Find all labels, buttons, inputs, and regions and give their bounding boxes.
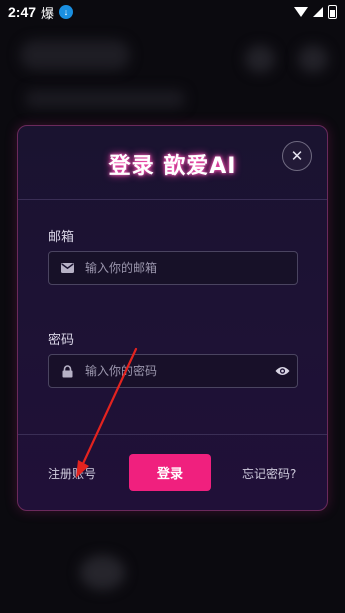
background-blur-block bbox=[298, 45, 328, 73]
email-label: 邮箱 bbox=[48, 230, 75, 245]
background-blur-block bbox=[20, 40, 130, 70]
status-glyph: 爆 bbox=[41, 5, 55, 21]
signal-icon bbox=[313, 7, 323, 17]
close-button[interactable]: ✕ bbox=[282, 141, 312, 171]
close-icon: ✕ bbox=[290, 147, 304, 165]
register-link[interactable]: 注册账号 bbox=[48, 465, 96, 482]
battery-icon bbox=[328, 5, 337, 19]
status-bar: 2:47 爆 ↓ bbox=[0, 0, 345, 24]
background-blur-block bbox=[25, 90, 185, 108]
password-input[interactable] bbox=[85, 364, 267, 378]
download-icon: ↓ bbox=[59, 5, 74, 19]
dialog-title: 登录 歆爱AI bbox=[108, 154, 237, 179]
footer-divider bbox=[18, 434, 327, 435]
lock-icon bbox=[49, 364, 85, 378]
background-blur-block bbox=[80, 555, 125, 590]
eye-icon[interactable] bbox=[267, 366, 297, 376]
password-field[interactable] bbox=[48, 354, 298, 388]
login-button[interactable]: 登录 bbox=[129, 454, 211, 491]
dialog-header: 登录 歆爱AI ✕ bbox=[18, 126, 327, 200]
status-time: 2:47 bbox=[8, 4, 37, 20]
mail-icon bbox=[49, 263, 85, 273]
forgot-password-link[interactable]: 忘记密码? bbox=[242, 465, 296, 482]
password-label: 密码 bbox=[48, 333, 75, 348]
background-blur-block bbox=[245, 45, 275, 73]
email-input[interactable] bbox=[85, 261, 297, 275]
email-field[interactable] bbox=[48, 251, 298, 285]
login-dialog: 登录 歆爱AI ✕ 邮箱 密码 bbox=[17, 125, 328, 511]
wifi-icon bbox=[294, 7, 308, 17]
